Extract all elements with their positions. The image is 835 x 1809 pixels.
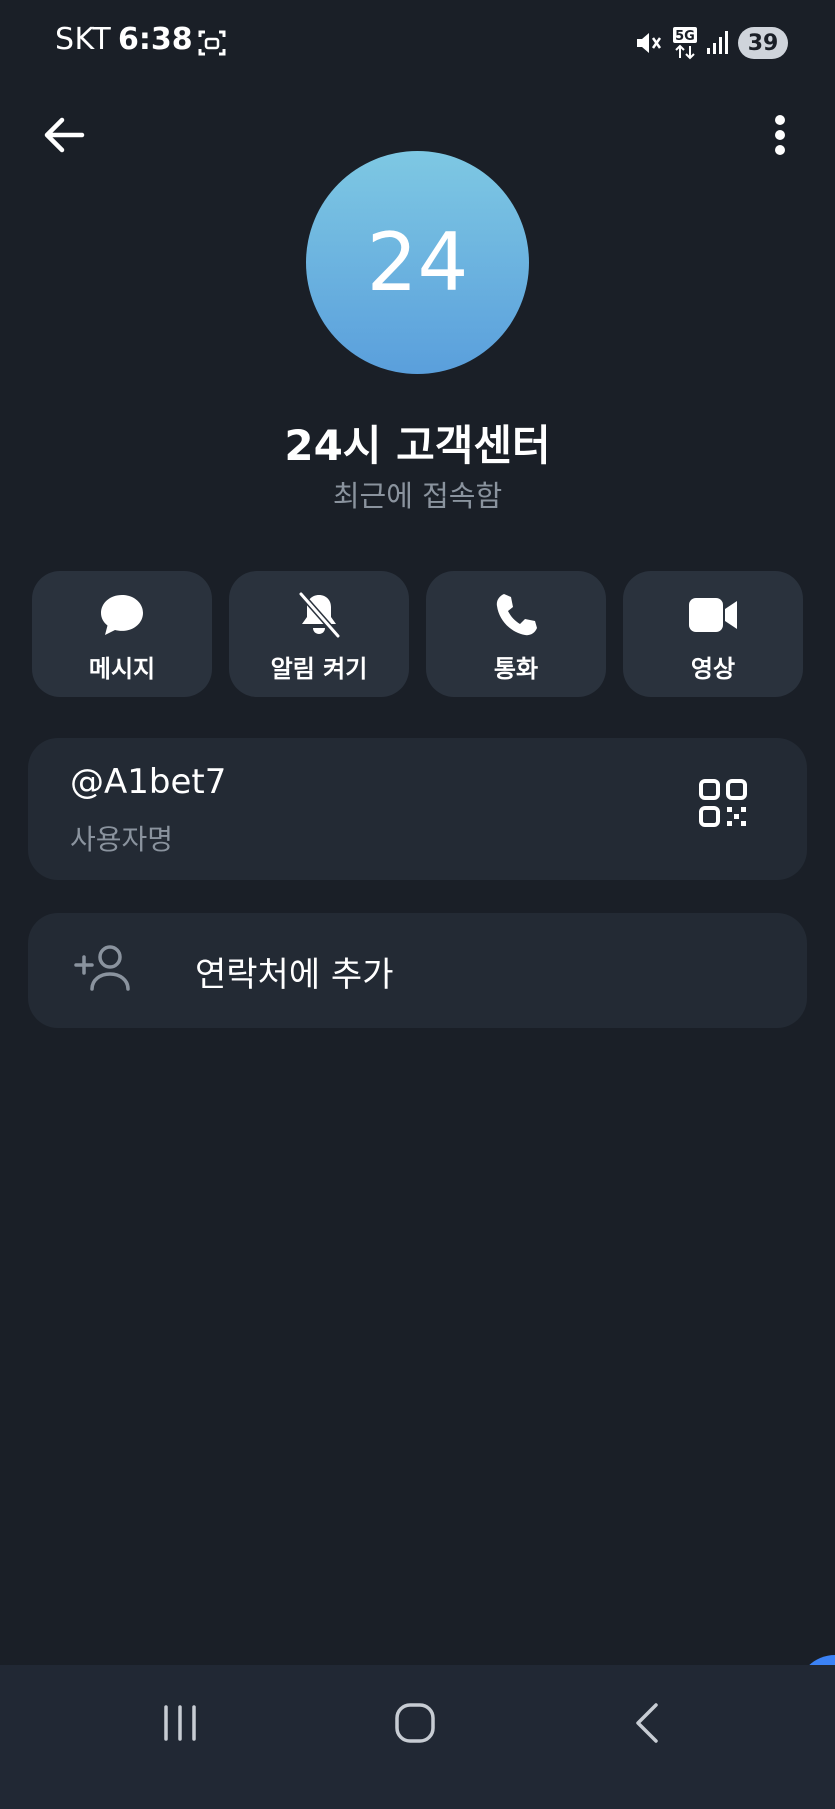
mute-vibrate-icon (634, 28, 662, 62)
action-buttons: 메시지 알림 켜기 통화 영상 (32, 571, 803, 697)
system-nav-bar (0, 1665, 835, 1809)
call-button-label: 통화 (493, 655, 539, 683)
video-camera-icon (689, 598, 737, 632)
arrow-left-icon[interactable] (42, 115, 86, 159)
carrier-label: SKT (55, 22, 112, 57)
call-button[interactable]: 통화 (426, 571, 606, 697)
unmute-button-label: 알림 켜기 (270, 655, 368, 683)
chat-bubble-icon (101, 595, 143, 635)
profile-name: 24시 고객센터 (284, 421, 551, 470)
qr-code-icon[interactable] (698, 778, 748, 832)
network-5g-icon: 5G (672, 26, 698, 64)
back-nav-icon[interactable] (632, 1702, 662, 1748)
message-button-label: 메시지 (88, 655, 156, 683)
unmute-notifications-button[interactable]: 알림 켜기 (229, 571, 409, 697)
clock: 6:38 (118, 22, 193, 57)
home-icon[interactable] (394, 1702, 436, 1748)
avatar[interactable]: 24 (306, 151, 529, 374)
add-person-icon (72, 943, 132, 997)
status-bar: SKT 6:38 5G 39 (0, 0, 835, 86)
last-seen-status: 최근에 접속함 (332, 479, 503, 513)
add-contact-label: 연락처에 추가 (195, 955, 394, 995)
network-label: 5G (675, 29, 695, 44)
screenshot-icon (197, 28, 227, 62)
message-button[interactable]: 메시지 (32, 571, 212, 697)
phone-icon (496, 594, 537, 636)
bell-off-icon (298, 592, 341, 638)
recent-apps-icon[interactable] (160, 1703, 200, 1747)
add-contact-row[interactable]: 연락처에 추가 (28, 913, 807, 1028)
username-value: @A1bet7 (70, 762, 227, 802)
battery-indicator: 39 (738, 27, 788, 59)
more-vertical-icon[interactable] (768, 114, 792, 162)
username-caption: 사용자명 (70, 823, 174, 856)
video-call-button[interactable]: 영상 (623, 571, 803, 697)
video-button-label: 영상 (690, 655, 736, 683)
signal-icon (706, 30, 730, 60)
username-card[interactable]: @A1bet7 사용자명 (28, 738, 807, 880)
